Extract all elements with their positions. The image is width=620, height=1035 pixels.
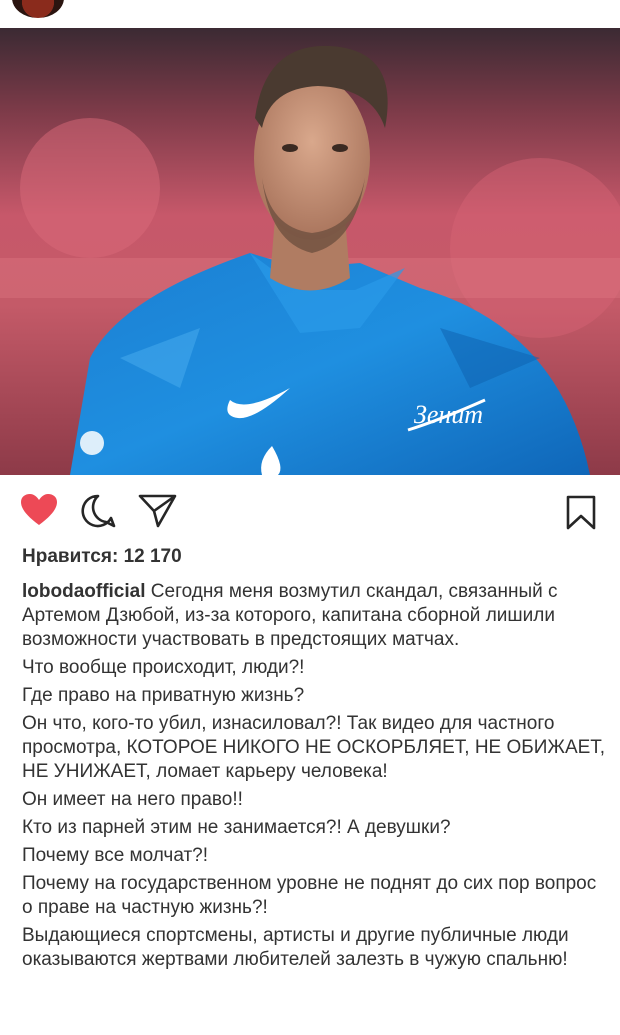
caption-paragraph: Почему на государственном уровне не подн… [22,873,597,918]
avatar[interactable] [12,0,64,18]
post-header [0,0,620,28]
send-icon[interactable] [138,493,178,534]
post-photo[interactable]: Зенит [0,28,620,475]
post-caption: lobodaofficial Сегодня меня возмутил ска… [22,580,607,976]
likes-count[interactable]: Нравится: 12 170 [22,546,182,568]
caption-paragraph: Он имеет на него право!! [22,789,243,810]
bookmark-icon[interactable] [565,495,597,536]
comment-icon[interactable] [80,493,116,534]
caption-paragraph: Почему все молчат?! [22,845,209,866]
caption-paragraph: Кто из парней этим не занимается?! А дев… [22,817,451,838]
caption-paragraph: lobodaofficial Сегодня меня возмутил ска… [22,580,607,652]
caption-username[interactable]: lobodaofficial [22,581,146,602]
heart-icon[interactable] [20,493,58,532]
post-actions [0,475,620,545]
caption-paragraph: Где право на приватную жизнь? [22,685,305,706]
player-illustration: Зенит [0,45,620,475]
caption-paragraph: Выдающиеся спортсмены, артисты и другие … [22,925,569,970]
caption-paragraph: Что вообще происходит, люди?! [22,657,305,678]
caption-paragraph: Он что, кого-то убил, изнасиловал?! Так … [22,713,606,782]
